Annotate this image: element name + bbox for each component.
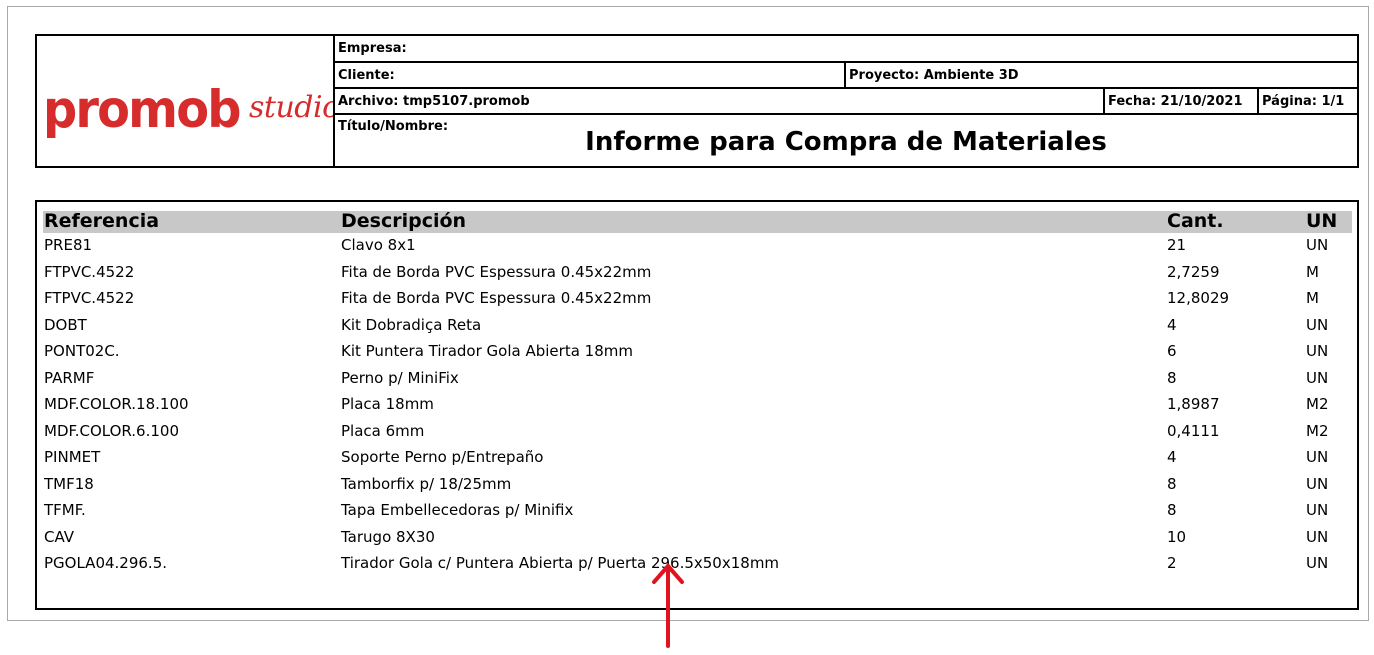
cell-descripcion: Fita de Borda PVC Espessura 0.45x22mm (341, 262, 652, 281)
cell-referencia: PGOLA04.296.5. (44, 554, 168, 572)
cell-descripcion: Kit Dobradiça Reta (341, 315, 482, 334)
cell-descripcion: Soporte Perno p/Entrepaño (341, 448, 544, 466)
table-row: TFMF. Tapa Embellecedoras p/ Minifix 8 UN (43, 500, 1352, 527)
cell-descripcion: Kit Puntera Tirador Gola Abierta 18mm (341, 342, 633, 360)
cell-descripcion: Perno p/ MiniFix (341, 368, 459, 387)
report-header: promob studio Empresa: Cliente: Proyecto… (35, 34, 1359, 168)
promob-studio-logo: promob studio (43, 88, 333, 152)
cell-cantidad: 12,8029 (1167, 289, 1230, 307)
cell-descripcion: Clavo 8x1 (341, 236, 416, 254)
table-row: PRE81 Clavo 8x1 21 UN (43, 235, 1352, 262)
table-row: PARMF Perno p/ MiniFix 8 UN (43, 368, 1352, 395)
header-descripcion: Descripción (341, 210, 467, 232)
cell-cantidad: 1,8987 (1167, 395, 1220, 413)
cell-descripcion: Tamborfix p/ 18/25mm (341, 474, 512, 493)
table-row: MDF.COLOR.18.100 Placa 18mm 1,8987 M2 (43, 394, 1352, 421)
empresa-label: Empresa: (338, 41, 407, 56)
report-title: Informe para Compra de Materiales (585, 127, 1107, 157)
table-row: TMF18 Tamborfix p/ 18/25mm 8 UN (43, 474, 1352, 501)
cell-unidad: M (1306, 262, 1319, 281)
table-row: PONT02C. Kit Puntera Tirador Gola Abierta… (43, 341, 1352, 368)
cell-cantidad: 6 (1167, 342, 1177, 360)
cell-cantidad: 0,4111 (1167, 421, 1220, 440)
cell-referencia: PRE81 (44, 236, 93, 254)
cell-unidad: UN (1306, 342, 1329, 360)
cell-referencia: PARMF (44, 368, 95, 387)
cell-referencia: DOBT (44, 315, 87, 334)
table-body: PRE81 Clavo 8x1 21 UN FTPVC.4522 Fita de Bord… (43, 235, 1352, 580)
cell-cantidad: 8 (1167, 368, 1177, 387)
cell-cantidad: 4 (1167, 315, 1177, 334)
cell-descripcion: Tapa Embellecedoras p/ Minifix (341, 501, 574, 519)
cell-referencia: TFMF. (44, 501, 86, 519)
cell-cantidad: 4 (1167, 448, 1177, 466)
cell-unidad: M2 (1306, 421, 1329, 440)
cell-descripcion: Placa 18mm (341, 395, 434, 413)
cell-unidad: UN (1306, 527, 1329, 546)
cell-unidad: UN (1306, 236, 1329, 254)
table-row: MDF.COLOR.6.100 Placa 6mm 0,4111 M2 (43, 421, 1352, 448)
table-row: PGOLA04.296.5. Tirador Gola c/ Puntera Ab… (43, 553, 1352, 580)
cell-referencia: FTPVC.4522 (44, 289, 135, 307)
cell-descripcion: Tarugo 8X30 (341, 527, 435, 546)
cell-descripcion: Tirador Gola c/ Puntera Abierta p/ Puert… (341, 554, 780, 572)
cell-referencia: FTPVC.4522 (44, 262, 135, 281)
fecha-label: Fecha: 21/10/2021 (1105, 89, 1259, 113)
cell-unidad: UN (1306, 474, 1329, 493)
cell-cantidad: 2,7259 (1167, 262, 1220, 281)
cell-cantidad: 10 (1167, 527, 1187, 546)
header-unidad: UN (1306, 210, 1338, 232)
cliente-label: Cliente: (335, 63, 846, 87)
cell-referencia: CAV (44, 527, 75, 546)
cell-cantidad: 8 (1167, 474, 1177, 493)
cell-referencia: PONT02C. (44, 342, 120, 360)
cell-referencia: PINMET (44, 448, 101, 466)
header-row-titulo: Título/Nombre: Informe para Compra de Ma… (335, 115, 1357, 166)
table-header-row: Referencia Descripción Cant. UN (43, 210, 1352, 233)
cell-unidad: UN (1306, 368, 1329, 387)
table-row: PINMET Soporte Perno p/Entrepaño 4 UN (43, 447, 1352, 474)
header-row-cliente: Cliente: Proyecto: Ambiente 3D (335, 63, 1357, 89)
header-row-archivo: Archivo: tmp5107.promob Fecha: 21/10/202… (335, 89, 1357, 115)
logo-sub: studio (249, 90, 333, 125)
cell-unidad: UN (1306, 501, 1329, 519)
cell-cantidad: 8 (1167, 501, 1177, 519)
cell-referencia: MDF.COLOR.18.100 (44, 395, 189, 413)
red-arrow-annotation (652, 564, 684, 648)
pagina-label: Página: 1/1 (1262, 94, 1345, 109)
cell-descripcion: Fita de Borda PVC Espessura 0.45x22mm (341, 289, 652, 307)
table-row: FTPVC.4522 Fita de Borda PVC Espessura 0.… (43, 288, 1352, 315)
table-row: DOBT Kit Dobradiça Reta 4 UN (43, 315, 1352, 342)
cell-unidad: M2 (1306, 395, 1329, 413)
header-cantidad: Cant. (1167, 210, 1224, 232)
header-referencia: Referencia (44, 210, 160, 232)
cell-unidad: UN (1306, 315, 1329, 334)
logo-brand: promob (43, 88, 241, 140)
cell-descripcion: Placa 6mm (341, 421, 425, 440)
archivo-label: Archivo: tmp5107.promob (335, 89, 1105, 113)
cell-cantidad: 2 (1167, 554, 1177, 572)
report-page: promob studio Empresa: Cliente: Proyecto… (7, 6, 1369, 621)
cell-unidad: UN (1306, 554, 1329, 572)
header-row-empresa: Empresa: (335, 36, 1357, 63)
materials-table: Referencia Descripción Cant. UN PRE81 Cla… (35, 200, 1359, 610)
cell-unidad: M (1306, 289, 1319, 307)
cell-unidad: UN (1306, 448, 1329, 466)
logo-cell: promob studio (37, 36, 335, 166)
cell-cantidad: 21 (1167, 236, 1187, 254)
table-row: CAV Tarugo 8X30 10 UN (43, 527, 1352, 554)
cell-referencia: MDF.COLOR.6.100 (44, 421, 179, 440)
table-row: FTPVC.4522 Fita de Borda PVC Espessura 0.… (43, 262, 1352, 289)
proyecto-label: Proyecto: Ambiente 3D (849, 68, 1019, 83)
cell-referencia: TMF18 (44, 474, 94, 493)
